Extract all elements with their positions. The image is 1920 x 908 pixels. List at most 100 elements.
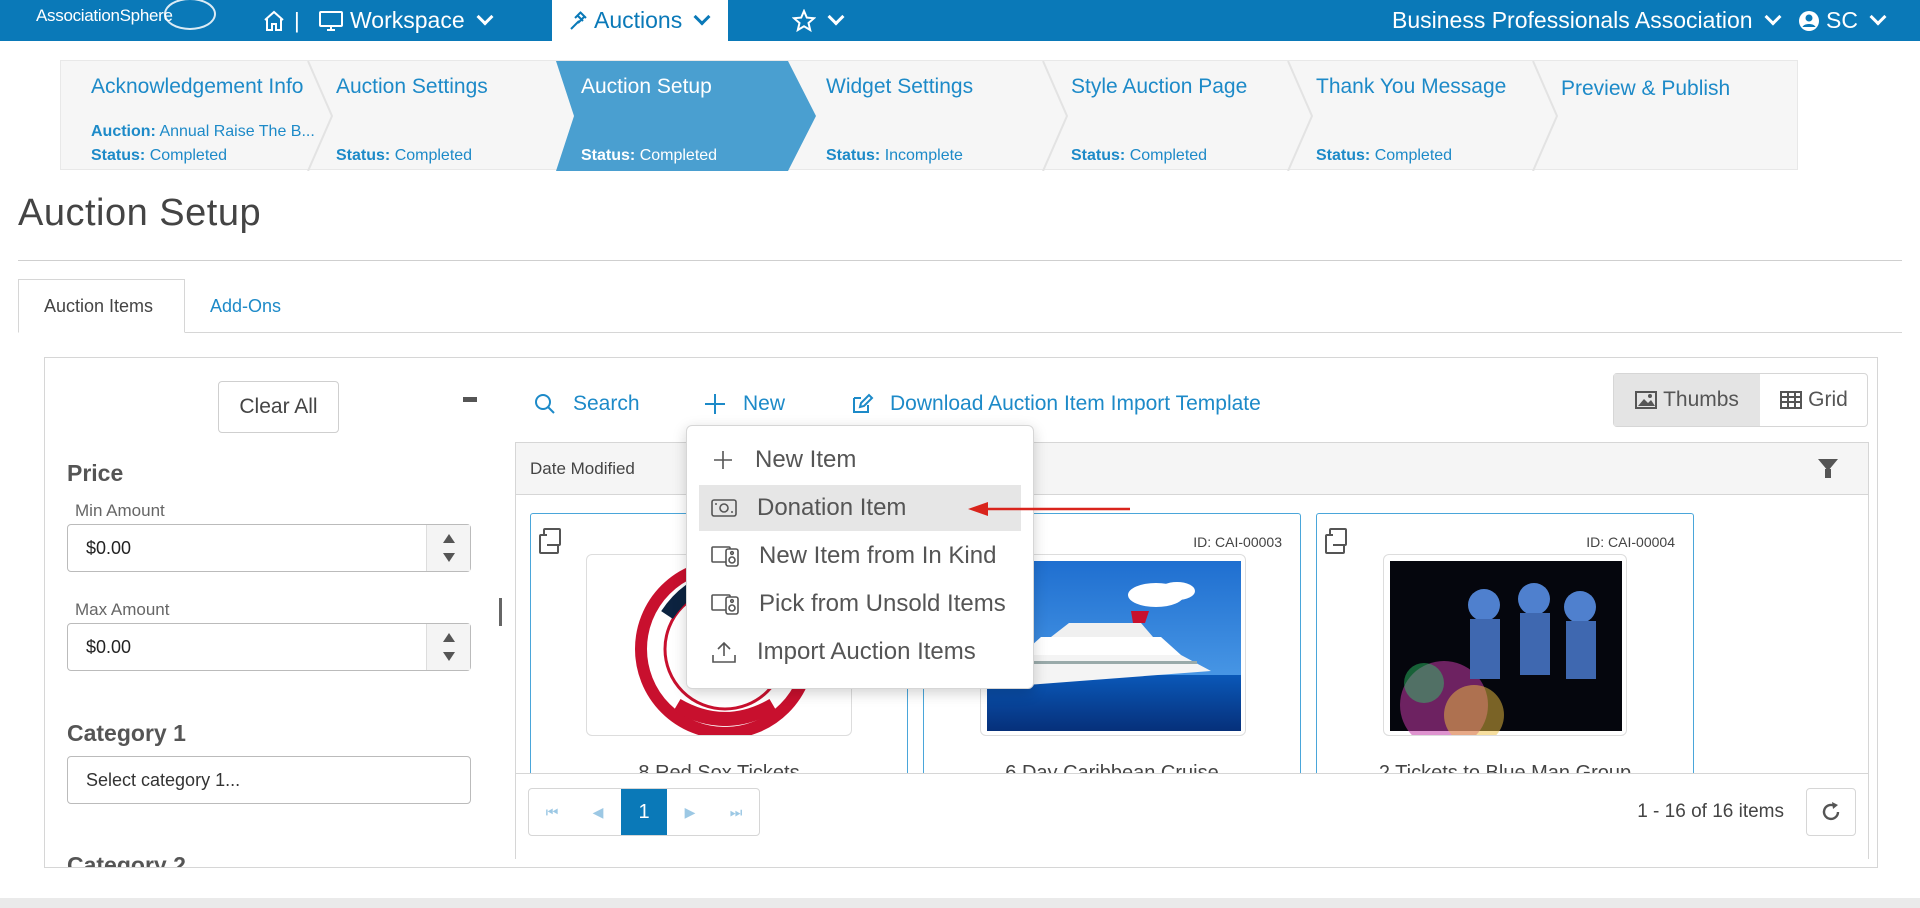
menu-item-import[interactable]: Import Auction Items bbox=[699, 629, 1021, 675]
copy-icon[interactable] bbox=[543, 528, 561, 546]
step-title: Auction Settings bbox=[336, 75, 488, 98]
wizard-step-widget-settings[interactable]: Widget Settings Status: Incomplete bbox=[796, 61, 1041, 171]
next-page-icon[interactable]: ▶ bbox=[667, 789, 713, 835]
refresh-button[interactable] bbox=[1806, 788, 1856, 836]
spin-down-icon[interactable] bbox=[443, 553, 455, 562]
app-logo[interactable]: AssociationSphere bbox=[36, 0, 216, 30]
first-page-icon[interactable]: ⏮ bbox=[529, 789, 575, 835]
step-status: Status: Completed bbox=[581, 147, 718, 164]
step-title: Acknowledgement Info bbox=[91, 75, 304, 98]
prev-page-icon[interactable]: ◀ bbox=[575, 789, 621, 835]
pagination: ⏮ ◀ 1 ▶ ⏭ bbox=[528, 788, 760, 836]
edit-icon bbox=[853, 393, 874, 413]
menu-item-label: New Item from In Kind bbox=[759, 542, 997, 569]
download-label: Download Auction Item Import Template bbox=[890, 392, 1261, 415]
menu-item-in-kind[interactable]: New Item from In Kind bbox=[699, 533, 1021, 579]
menu-item-new-item[interactable]: New Item bbox=[699, 437, 1021, 483]
table-icon bbox=[1780, 391, 1803, 409]
refresh-icon bbox=[1822, 802, 1840, 821]
monitor-icon bbox=[319, 10, 343, 31]
chevron-down-icon bbox=[1869, 8, 1887, 25]
new-button[interactable]: New bbox=[703, 392, 785, 416]
step-status: Status: Incomplete bbox=[826, 147, 963, 164]
user-menu[interactable]: SC bbox=[1798, 0, 1887, 41]
sort-header[interactable]: Date Modified bbox=[530, 459, 635, 479]
step-title: Preview & Publish bbox=[1561, 77, 1731, 100]
plus-icon bbox=[705, 394, 725, 414]
globe-icon bbox=[164, 0, 216, 30]
pager-range: 1 - 16 of 16 items bbox=[1637, 801, 1784, 822]
last-page-icon[interactable]: ⏭ bbox=[713, 789, 759, 835]
step-title: Widget Settings bbox=[826, 75, 974, 98]
category1-select[interactable]: Select category 1... bbox=[67, 756, 471, 804]
setup-wizard: Acknowledgement Info Auction: Annual Rai… bbox=[60, 60, 1798, 171]
collapse-filters-icon[interactable] bbox=[463, 397, 477, 402]
thumbs-view-button[interactable]: Thumbs bbox=[1614, 374, 1760, 426]
wizard-step-auction-setup[interactable]: Auction Setup Status: Completed bbox=[551, 61, 796, 171]
search-label: Search bbox=[573, 392, 640, 415]
wizard-step-auction-settings[interactable]: Auction Settings Status: Completed bbox=[306, 61, 551, 171]
step-title: Style Auction Page bbox=[1071, 75, 1248, 98]
org-selector[interactable]: Business Professionals Association bbox=[1392, 0, 1782, 41]
item-image bbox=[1383, 554, 1627, 736]
search-icon bbox=[535, 394, 555, 414]
user-initials: SC bbox=[1826, 7, 1858, 33]
nav-favorites[interactable] bbox=[792, 0, 845, 41]
devices-icon bbox=[711, 546, 739, 567]
search-button[interactable]: Search bbox=[533, 392, 640, 416]
pane-splitter[interactable] bbox=[499, 598, 502, 626]
min-amount-stepper[interactable] bbox=[426, 525, 470, 571]
copy-icon[interactable] bbox=[1329, 528, 1347, 546]
wizard-step-acknowledgement[interactable]: Acknowledgement Info Auction: Annual Rai… bbox=[61, 61, 315, 171]
download-template-button[interactable]: Download Auction Item Import Template bbox=[850, 392, 1261, 416]
max-amount-stepper[interactable] bbox=[426, 624, 470, 670]
new-item-menu: New Item Donation Item New Item from In … bbox=[686, 425, 1034, 689]
chevron-down-icon bbox=[693, 8, 711, 25]
thumbs-label: Thumbs bbox=[1663, 388, 1739, 411]
wizard-step-preview-publish[interactable]: Preview & Publish bbox=[1531, 61, 1796, 171]
top-nav: AssociationSphere | Workspace Auctions B… bbox=[0, 0, 1920, 41]
step-auction: Auction: Annual Raise The B... bbox=[91, 123, 315, 140]
wizard-step-style-auction-page[interactable]: Style Auction Page Status: Completed bbox=[1041, 61, 1286, 171]
spin-down-icon[interactable] bbox=[443, 652, 455, 661]
chevron-down-icon bbox=[827, 8, 845, 25]
logo-text: AssociationSphere bbox=[36, 6, 173, 25]
nav-workspace-label: Workspace bbox=[350, 7, 465, 33]
step-status: Status: Completed bbox=[91, 147, 228, 164]
star-icon bbox=[792, 8, 816, 32]
bottom-strip bbox=[0, 898, 1920, 908]
min-amount-input[interactable]: $0.00 bbox=[67, 524, 471, 572]
org-name: Business Professionals Association bbox=[1392, 7, 1753, 33]
menu-item-unsold-items[interactable]: Pick from Unsold Items bbox=[699, 581, 1021, 627]
item-id: ID: CAI-00004 bbox=[1586, 534, 1675, 550]
pager-bar: ⏮ ◀ 1 ▶ ⏭ 1 - 16 of 16 items bbox=[516, 773, 1868, 859]
blue-man-group-image bbox=[1390, 561, 1622, 735]
tab-add-ons[interactable]: Add-Ons bbox=[185, 279, 306, 333]
clear-all-button[interactable]: Clear All bbox=[218, 381, 339, 433]
spin-up-icon[interactable] bbox=[443, 534, 455, 543]
price-heading: Price bbox=[67, 460, 124, 486]
spin-up-icon[interactable] bbox=[443, 633, 455, 642]
menu-item-label: Import Auction Items bbox=[757, 638, 976, 665]
wizard-step-thank-you[interactable]: Thank You Message Status: Completed bbox=[1286, 61, 1531, 171]
upload-icon bbox=[712, 641, 736, 663]
menu-item-label: New Item bbox=[755, 446, 857, 473]
nav-workspace[interactable]: Workspace bbox=[318, 0, 494, 41]
menu-item-label: Pick from Unsold Items bbox=[759, 590, 1006, 617]
category1-heading: Category 1 bbox=[67, 720, 186, 746]
page-number[interactable]: 1 bbox=[621, 789, 667, 835]
max-amount-input[interactable]: $0.00 bbox=[67, 623, 471, 671]
tab-auction-items[interactable]: Auction Items bbox=[18, 279, 185, 333]
item-id: ID: CAI-00003 bbox=[1193, 534, 1282, 550]
cash-icon bbox=[711, 499, 737, 517]
grid-view-button[interactable]: Grid bbox=[1760, 374, 1868, 426]
nav-auctions[interactable]: Auctions bbox=[552, 0, 728, 41]
filter-icon-stem bbox=[1825, 469, 1831, 478]
item-card[interactable]: ID: CAI-00004 2 Tickets to Blue Man Grou… bbox=[1316, 513, 1694, 793]
home-button[interactable] bbox=[262, 0, 286, 41]
view-toggle: Thumbs Grid bbox=[1613, 373, 1868, 427]
chevron-down-icon bbox=[1764, 8, 1782, 25]
max-amount-label: Max Amount bbox=[75, 600, 170, 619]
user-circle-icon bbox=[1799, 10, 1819, 31]
plus-icon bbox=[714, 451, 732, 469]
